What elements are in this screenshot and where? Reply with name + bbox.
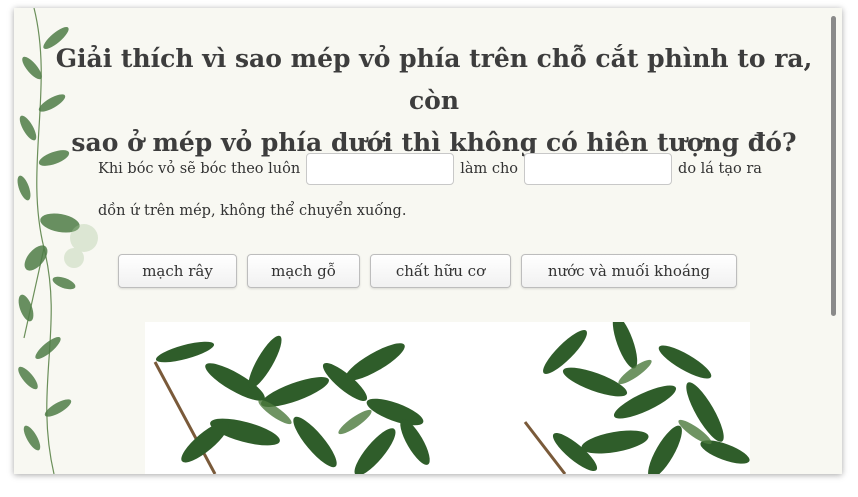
sentence-part-3: do lá tạo ra bbox=[678, 161, 762, 177]
choice-mach-go[interactable]: mạch gỗ bbox=[247, 254, 360, 288]
sentence-part-1: Khi bóc vỏ sẽ bóc theo luôn bbox=[98, 161, 301, 177]
plant-drawing bbox=[153, 322, 750, 474]
scrollbar-thumb[interactable] bbox=[831, 16, 836, 316]
choice-nuoc-va-muoi-khoang[interactable]: nước và muối khoáng bbox=[521, 254, 737, 288]
blank-2[interactable] bbox=[524, 153, 673, 185]
sentence-part-2: làm cho bbox=[460, 161, 519, 177]
fill-in-sentence: Khi bóc vỏ sẽ bóc theo luôn làm cho do lá … bbox=[98, 148, 818, 232]
sentence-part-4: dồn ứ trên mép, không thể chuyển xuống. bbox=[98, 203, 407, 219]
question-title: Giải thích vì sao mép vỏ phía trên chỗ c… bbox=[54, 38, 814, 164]
choice-chat-huu-co[interactable]: chất hữu cơ bbox=[370, 254, 511, 288]
blank-1[interactable] bbox=[306, 153, 455, 185]
title-line-1: Giải thích vì sao mép vỏ phía trên chỗ c… bbox=[55, 44, 813, 115]
choice-mach-ray[interactable]: mạch rây bbox=[118, 254, 237, 288]
lesson-slide: Giải thích vì sao mép vỏ phía trên chỗ c… bbox=[14, 8, 842, 474]
plant-illustration bbox=[145, 322, 750, 474]
